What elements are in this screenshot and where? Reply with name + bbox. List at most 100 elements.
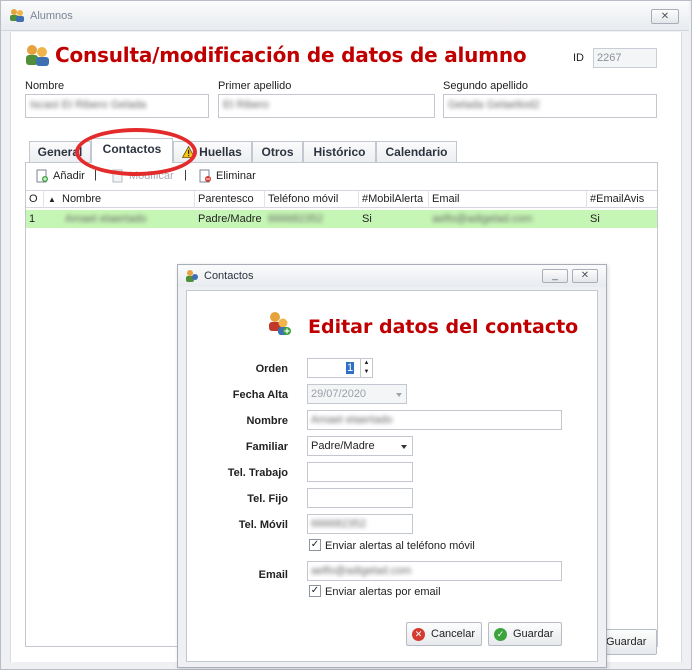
col-nombre-label: Nombre [62,193,102,205]
chevron-down-icon [396,393,402,397]
alert-movil-checkbox[interactable]: ✓ [309,539,321,551]
delete-document-icon [199,169,211,183]
segundo-apellido-field[interactable]: Gelada Gelaeltod2 [443,94,657,118]
delete-button[interactable]: Eliminar [199,169,256,183]
col-mobil-alerta[interactable]: #MobilAlerta [359,191,429,208]
sort-asc-icon: ▲ [48,195,56,204]
email-label: Email [258,569,288,581]
table-row[interactable]: 1 Amaet etaertado Padre/Madre 666682352 … [26,210,657,228]
nombre-value: Iscaoi Et Ribero Gelada [30,99,147,111]
segundo-apellido-label: Segundo apellido [443,80,529,92]
dialog-save-button[interactable]: ✓ Guardar [488,622,562,646]
spin-up-icon[interactable]: ▲ [364,360,370,366]
contact-nombre-label: Nombre [246,415,288,427]
tab-historico[interactable]: Histórico [303,141,376,162]
tab-huellas-label: Huellas [199,145,242,159]
col-email[interactable]: Email [429,191,587,208]
cell-email-value: aelfo@adigelad.com [432,213,533,225]
tel-movil-label: Tel. Móvil [238,519,288,531]
orden-stepper[interactable]: 1 ▲ ▼ [307,358,373,378]
alert-email-label: Enviar alertas por email [325,586,441,598]
warning-icon [182,146,195,158]
cancel-label: Cancelar [431,628,476,640]
edit-label: Modificar [129,169,174,182]
contact-dialog: Contactos _ ✕ Editar datos del contacto … [177,264,607,668]
dialog-minimize-button[interactable]: _ [542,269,568,283]
tab-contactos[interactable]: Contactos [91,138,173,163]
users-icon [26,45,49,66]
id-label: ID [573,52,584,64]
window-close-button[interactable]: ✕ [651,9,679,24]
tel-trabajo-field[interactable] [307,462,413,482]
tel-movil-value: 666682352 [311,518,367,530]
cancel-icon: ✕ [412,628,425,641]
dialog-save-label: Guardar [513,628,554,640]
col-parentesco[interactable]: Parentesco [195,191,265,208]
contact-nombre-field[interactable]: Amaet etaertado [307,410,562,430]
col-orden[interactable]: O [26,191,44,208]
save-button[interactable]: Guardar [601,629,657,655]
window-titlebar [1,1,689,31]
contact-nombre-value: Amaet etaertado [311,414,393,426]
tab-otros[interactable]: Otros [252,141,303,162]
tab-huellas[interactable]: Huellas [173,141,252,162]
primer-apellido-label: Primer apellido [218,80,292,92]
cell-mobil-alerta: Si [362,213,372,225]
tel-fijo-field[interactable] [307,488,413,508]
orden-value: 1 [346,362,355,374]
spin-buttons[interactable]: ▲ ▼ [360,359,372,377]
nombre-field[interactable]: Iscaoi Et Ribero Gelada [25,94,209,118]
chevron-down-icon[interactable] [401,445,407,449]
dialog-title: Contactos [204,270,254,282]
add-document-icon [36,169,48,183]
fecha-alta-field: 29/07/2020 [307,384,407,404]
cell-nombre-value: Amaet etaertado [65,213,147,225]
familiar-value: Padre/Madre [311,440,375,452]
id-field: 2267 [593,48,657,68]
add-button[interactable]: Añadir [36,169,85,183]
familiar-select[interactable]: Padre/Madre [307,436,413,456]
col-email-avis[interactable]: #EmailAvis [587,191,657,208]
fecha-alta-value: 29/07/2020 [311,388,367,400]
nombre-label: Nombre [25,80,65,92]
spin-down-icon[interactable]: ▼ [364,369,370,375]
cancel-button[interactable]: ✕ Cancelar [406,622,482,646]
delete-label: Eliminar [216,169,256,182]
page-title: Consulta/modificación de datos de alumno [55,43,527,67]
users-icon [10,9,24,22]
dialog-close-button[interactable]: ✕ [572,269,598,283]
cell-email: aelfo@adigelad.com [429,210,587,228]
cell-orden: 1 [29,213,36,225]
edit-button[interactable]: Modificar [112,169,174,183]
fecha-alta-label: Fecha Alta [232,389,288,401]
orden-label: Orden [255,363,288,375]
edit-contact-icon [269,312,291,335]
user-icon [186,270,198,282]
alert-movil-label: Enviar alertas al teléfono móvil [325,540,475,552]
col-nombre[interactable]: ▲ Nombre [44,191,195,208]
grid-header: O ▲ Nombre Parentesco Teléfono móvil #Mo… [26,190,657,208]
cell-nombre: Amaet etaertado [62,210,195,228]
primer-apellido-value: Et Ribero [223,99,269,111]
sep-1: | [94,169,97,181]
primer-apellido-field[interactable]: Et Ribero [218,94,435,118]
email-value: aelfo@adigelad.com [311,565,412,577]
dialog-heading: Editar datos del contacto [308,316,579,338]
edit-document-icon [112,169,123,183]
cell-telefono-value: 666682352 [268,213,324,225]
tel-fijo-label: Tel. Fijo [247,493,288,505]
familiar-label: Familiar [245,441,288,453]
alert-email-checkbox[interactable]: ✓ [309,585,321,597]
tel-trabajo-label: Tel. Trabajo [227,467,288,479]
col-telefono[interactable]: Teléfono móvil [265,191,359,208]
check-icon: ✓ [494,628,507,641]
sep-2: | [184,169,187,181]
tab-calendario[interactable]: Calendario [376,141,457,162]
window-title: Alumnos [30,10,73,22]
add-label: Añadir [53,169,85,182]
tab-general[interactable]: General [29,141,91,162]
cell-telefono: 666682352 [265,210,359,228]
tel-movil-field[interactable]: 666682352 [307,514,413,534]
email-field[interactable]: aelfo@adigelad.com [307,561,562,581]
cell-email-avis: Si [590,213,600,225]
